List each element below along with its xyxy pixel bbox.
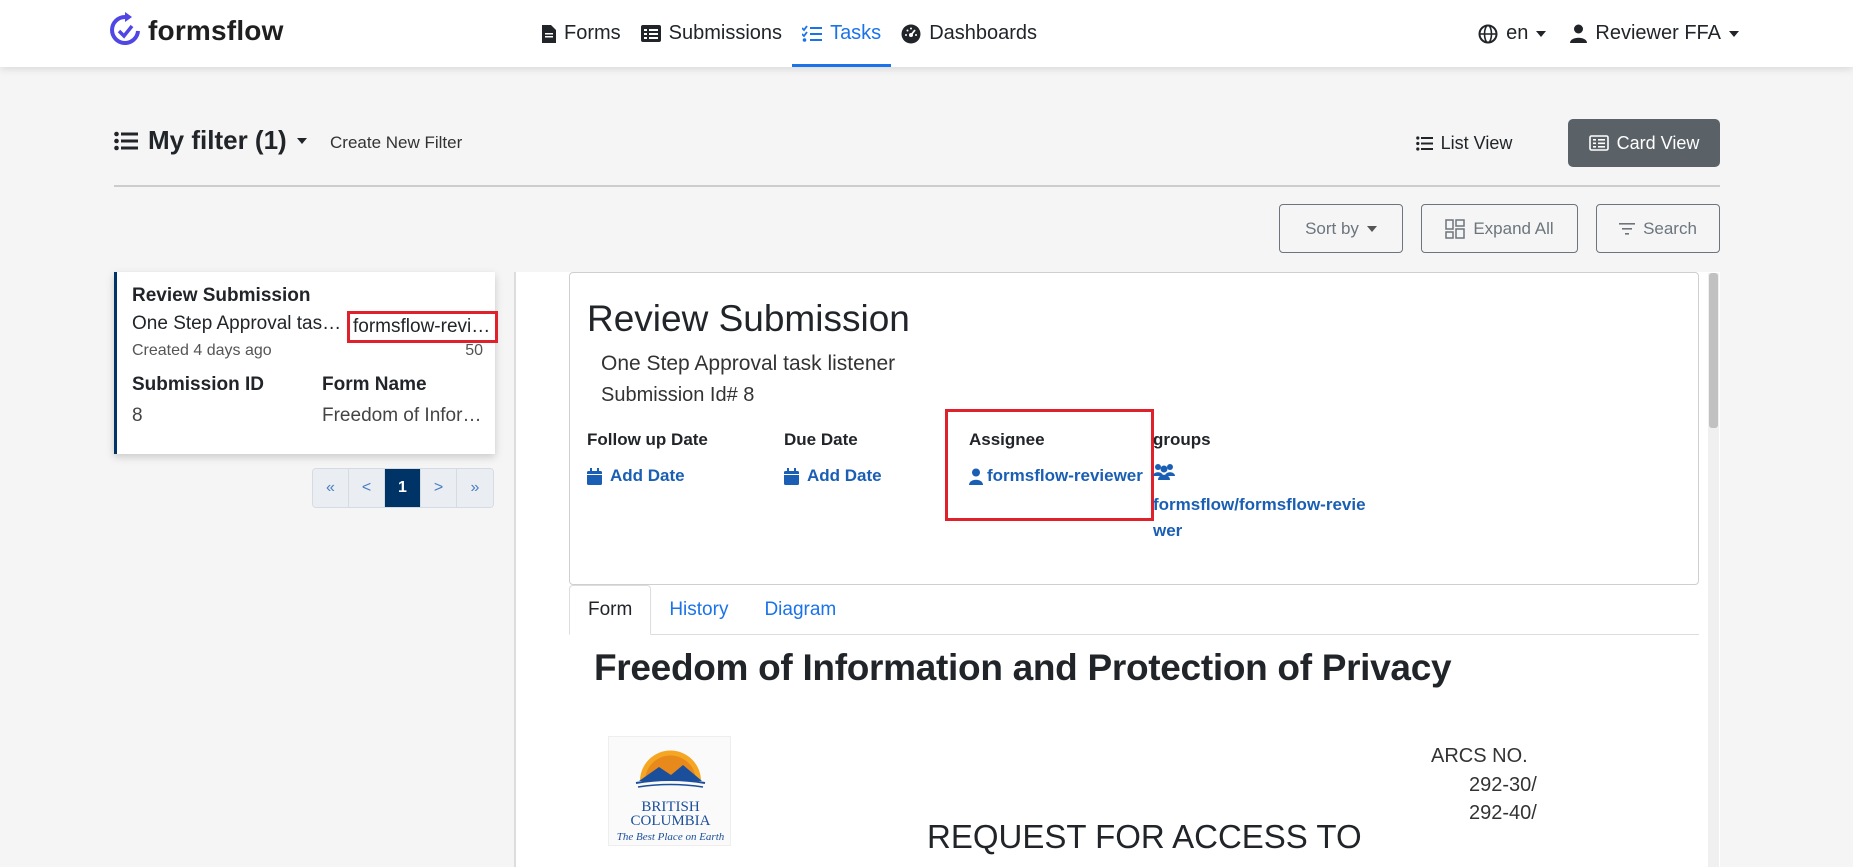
nav-dashboards[interactable]: Dashboards [891,0,1047,67]
chevron-down-icon [1536,30,1547,37]
globe-icon [1478,24,1498,43]
task-detail-title: Review Submission [587,298,910,339]
filter-bar: My filter (1) Create New Filter List Vie… [114,118,1720,186]
list-view-button[interactable]: List View [1390,119,1538,167]
language-label: en [1506,22,1529,44]
filter-lines-icon [1619,222,1636,235]
list-view-label: List View [1440,132,1513,153]
nav-tasks-label: Tasks [830,22,882,44]
page-last-button[interactable]: » [457,469,493,507]
page-next-button[interactable]: > [421,469,457,507]
dashboard-icon [901,24,921,43]
form-name-label: Form Name [322,374,427,395]
pagination: « < 1 > » [312,468,494,508]
list-view-icon [1415,135,1433,151]
nav-tasks[interactable]: Tasks [792,0,892,67]
user-icon [1570,24,1588,43]
form-heading: Freedom of Information and Protection of… [594,647,1452,688]
detail-tabs: Form History Diagram [569,585,1699,635]
follow-up-date-label: Follow up Date [587,430,708,449]
logo-tagline: The Best Place on Earth [616,831,725,843]
create-filter-link[interactable]: Create New Filter [330,133,462,153]
expand-icon [1445,218,1466,239]
scrollbar-thumb[interactable] [1709,273,1718,428]
tab-form[interactable]: Form [569,585,652,635]
tab-history[interactable]: History [651,585,746,635]
page-current-button[interactable]: 1 [385,469,421,507]
logo-text-british: BRITISH [641,799,700,815]
form-name-value: Freedom of Information and Protection of… [322,405,485,426]
top-navbar: formsflow Forms Submissions Tasks Dashbo… [0,0,1853,67]
sort-by-label: Sort by [1305,218,1359,238]
list-icon [640,25,661,42]
request-title: REQUEST FOR ACCESS TO [927,818,1362,855]
groups-value[interactable]: formsflow/formsflow-reviewer [1153,492,1368,544]
groups-label: groups [1153,430,1211,449]
users-icon [1153,464,1175,480]
file-icon [542,24,556,43]
due-date-label: Due Date [784,430,858,449]
page-first-button[interactable]: « [313,469,349,507]
submission-id-label: Submission ID [132,374,264,395]
chevron-down-icon [1366,225,1377,232]
follow-up-date-value: Add Date [610,466,685,485]
user-name: Reviewer FFA [1595,22,1721,44]
task-card-assignee: formsflow-reviewer [347,311,498,343]
user-dropdown[interactable]: Reviewer FFA [1570,22,1739,45]
nav-forms[interactable]: Forms [532,0,631,67]
nav-right: en Reviewer FFA [1478,0,1739,67]
search-label: Search [1643,218,1697,238]
expand-all-button[interactable]: Expand All [1421,204,1578,253]
task-detail-subtitle: One Step Approval task listener [601,352,896,375]
sort-by-button[interactable]: Sort by [1279,204,1403,253]
search-button[interactable]: Search [1596,204,1720,253]
list-bullets-icon [114,131,138,150]
brand-name: formsflow [148,15,284,46]
main-nav: Forms Submissions Tasks Dashboards [532,0,1047,67]
task-card-created: Created 4 days ago [132,342,272,359]
task-detail-submission-id: Submission Id# 8 [601,384,755,406]
card-view-label: Card View [1616,132,1700,153]
task-card[interactable]: Review Submission One Step Approval task… [114,272,498,454]
due-date-button[interactable]: Add Date [784,466,882,486]
brand-logo[interactable]: formsflow [108,12,284,50]
filter-divider [114,185,1720,187]
logo-text-columbia: COLUMBIA [630,813,711,829]
follow-up-date-button[interactable]: Add Date [587,466,685,486]
task-card-subtitle: One Step Approval task listener [132,313,347,334]
calendar-icon [587,467,602,485]
due-date-value: Add Date [807,466,882,485]
assignee-highlight-box [945,409,1154,521]
filter-title: My filter (1) [148,125,287,155]
calendar-icon [784,467,799,485]
bc-logo: BRITISH COLUMBIA The Best Place on Earth [608,736,731,846]
tab-diagram[interactable]: Diagram [746,585,854,635]
nav-forms-label: Forms [564,22,621,44]
filter-dropdown[interactable]: My filter (1) [114,125,307,156]
arcs-value-2: 292-40/ [1469,802,1537,824]
expand-all-label: Expand All [1473,218,1554,238]
groups-button[interactable] [1153,463,1175,485]
arcs-label: ARCS NO. [1431,745,1528,767]
page-prev-button[interactable]: < [349,469,385,507]
chevron-down-icon [296,137,307,144]
tasks-icon [802,24,823,42]
language-dropdown[interactable]: en [1478,22,1547,45]
formsflow-logo-icon [110,12,140,45]
arcs-value-1: 292-30/ [1469,774,1537,796]
submission-id-value: 8 [132,405,143,426]
card-view-icon [1588,135,1609,151]
task-card-priority: 50 [465,342,483,359]
chevron-down-icon [1729,30,1739,37]
task-card-title: Review Submission [132,285,311,306]
nav-dashboards-label: Dashboards [929,22,1038,44]
nav-submissions-label: Submissions [668,22,783,44]
nav-submissions[interactable]: Submissions [631,0,792,67]
card-view-button[interactable]: Card View [1568,119,1720,167]
